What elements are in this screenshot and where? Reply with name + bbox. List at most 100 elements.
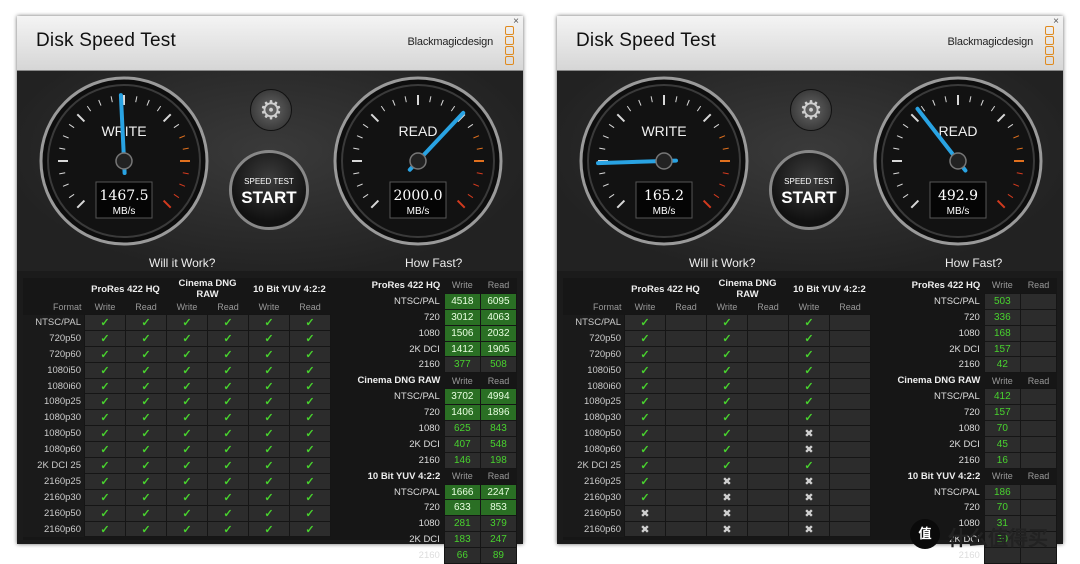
resolution-label: 2160 <box>418 359 440 371</box>
gauge-value: 165.2 <box>644 188 684 204</box>
start-button[interactable]: SPEED TEST START <box>229 150 309 230</box>
start-button[interactable]: SPEED TEST START <box>769 150 849 230</box>
read-fps-value <box>1019 388 1058 406</box>
table-row: 2K DCI 45 <box>891 435 1058 453</box>
write-column-header: Write <box>706 300 748 315</box>
format-label: 2160p25 <box>563 473 625 490</box>
check-cell: ✓ <box>706 329 748 347</box>
watermark-text: 什么值得买 <box>948 528 1048 550</box>
read-fps-value <box>1019 499 1058 517</box>
check-cell: ✓ <box>166 425 208 443</box>
check-cell: ✓ <box>289 314 331 331</box>
close-button[interactable]: × <box>513 16 519 27</box>
read-fps-value: 853 <box>479 499 518 517</box>
table-header-row: ProRes 422 HQ Cinema DNG RAW 10 Bit YUV 4:… <box>23 278 331 300</box>
results-area: ProRes 422 HQ Cinema DNG RAW 10 Bit YUV 4:… <box>23 278 518 564</box>
format-label: 2160p30 <box>23 489 85 506</box>
read-column-header: Read <box>1027 375 1050 386</box>
check-cell: ✓ <box>166 329 208 347</box>
table-row: 720 157 <box>891 404 1058 422</box>
write-gauge: WRITE 1467.5 MB/s <box>39 76 209 251</box>
results-area: ProRes 422 HQ Cinema DNG RAW 10 Bit YUV 4:… <box>563 278 1058 564</box>
cross-cell: ✖ <box>706 504 748 522</box>
format-label: 2160p50 <box>23 505 85 522</box>
table-row: 720 1406 1896 <box>351 404 518 422</box>
check-cell: ✓ <box>125 361 167 379</box>
read-fps-value <box>1019 324 1058 342</box>
resolution-label: 1080 <box>418 422 440 434</box>
check-cell: ✓ <box>125 425 167 443</box>
empty-cell <box>747 441 789 459</box>
table-row: 2160p30 ✓ ✓ ✓ ✓ ✓ ✓ <box>23 488 331 506</box>
format-group-header: ProRes 422 HQ <box>624 278 707 300</box>
write-fps-value: 1506 <box>443 324 481 342</box>
resolution-label: 720 <box>963 502 980 514</box>
check-cell: ✓ <box>788 377 830 395</box>
check-cell: ✓ <box>788 361 830 379</box>
empty-cell <box>829 409 871 427</box>
cross-cell: ✖ <box>624 520 666 538</box>
format-label: 1080p25 <box>563 393 625 410</box>
check-cell: ✓ <box>248 329 290 347</box>
resolution-label: 720 <box>963 311 980 323</box>
empty-cell <box>747 329 789 347</box>
table-row: 2K DCI 25 ✓ ✓ ✓ ✓ ✓ ✓ <box>23 457 331 474</box>
resolution-label: 1080 <box>418 327 440 339</box>
watermark: 值 什么值得买 <box>908 517 1080 553</box>
check-cell: ✓ <box>166 393 208 411</box>
write-fps-value: 377 <box>443 356 481 374</box>
empty-cell <box>829 488 871 506</box>
table-row: 2K DCI 1412 1905 <box>351 340 518 358</box>
format-label: NTSC/PAL <box>563 314 625 331</box>
how-fast-section-header: 10 Bit YUV 4:2:2 Write Read <box>891 468 1057 484</box>
format-label: 1080p50 <box>23 425 85 442</box>
check-cell: ✓ <box>125 488 167 506</box>
check-cell: ✓ <box>788 329 830 347</box>
empty-cell <box>665 361 707 379</box>
empty-cell <box>665 504 707 522</box>
write-column-header: Write <box>624 300 666 315</box>
check-cell: ✓ <box>166 441 208 459</box>
check-cell: ✓ <box>248 457 290 474</box>
write-fps-value: 503 <box>983 292 1021 310</box>
check-cell: ✓ <box>289 393 331 411</box>
table-row: NTSC/PAL 1666 2247 <box>351 483 518 501</box>
write-fps-value: 3012 <box>443 308 481 326</box>
how-fast-table: ProRes 422 HQ Write Read NTSC/PAL 4518 6… <box>351 278 518 564</box>
disk-speed-test-window: Disk Speed Test Blackmagicdesign × WRITE… <box>557 16 1063 564</box>
check-cell: ✓ <box>166 472 208 490</box>
empty-cell <box>747 425 789 443</box>
write-fps-value: 412 <box>983 388 1021 406</box>
table-row: 720p50 ✓ ✓ ✓ <box>563 329 871 347</box>
check-cell: ✓ <box>207 314 249 331</box>
table-row: 2160p50 ✖ ✖ ✖ <box>563 504 871 522</box>
empty-cell <box>829 329 871 347</box>
table-row: 1080 625 843 <box>351 420 518 437</box>
table-row: 2160 42 <box>891 356 1058 374</box>
table-row: 1080i60 ✓ ✓ ✓ <box>563 377 871 395</box>
check-cell: ✓ <box>289 504 331 522</box>
cross-cell: ✖ <box>706 472 748 490</box>
check-cell: ✓ <box>84 425 126 443</box>
settings-gear-icon[interactable]: ⚙ <box>250 89 292 131</box>
table-row: NTSC/PAL 4518 6095 <box>351 292 518 310</box>
settings-gear-icon[interactable]: ⚙ <box>790 89 832 131</box>
table-row: 1080 281 379 <box>351 515 518 533</box>
title-bar: Disk Speed Test Blackmagicdesign × <box>557 16 1063 71</box>
resolution-label: NTSC/PAL <box>934 391 980 403</box>
format-label: 2160p25 <box>23 473 85 490</box>
cross-cell: ✖ <box>624 504 666 522</box>
empty-cell <box>665 441 707 459</box>
check-cell: ✓ <box>166 457 208 474</box>
check-cell: ✓ <box>289 488 331 506</box>
read-column-header: Read <box>487 280 510 291</box>
read-fps-value <box>1019 356 1058 374</box>
how-fast-section-header: ProRes 422 HQ Write Read <box>351 278 517 293</box>
table-row: 2160p60 ✓ ✓ ✓ ✓ ✓ ✓ <box>23 520 331 538</box>
read-fps-value: 4063 <box>479 308 518 326</box>
how-fast-section-name: ProRes 422 HQ <box>371 280 441 292</box>
close-button[interactable]: × <box>1053 16 1059 27</box>
resolution-label: NTSC/PAL <box>394 295 440 307</box>
cross-cell: ✖ <box>706 488 748 506</box>
table-row: 2160p30 ✓ ✖ ✖ <box>563 488 871 506</box>
